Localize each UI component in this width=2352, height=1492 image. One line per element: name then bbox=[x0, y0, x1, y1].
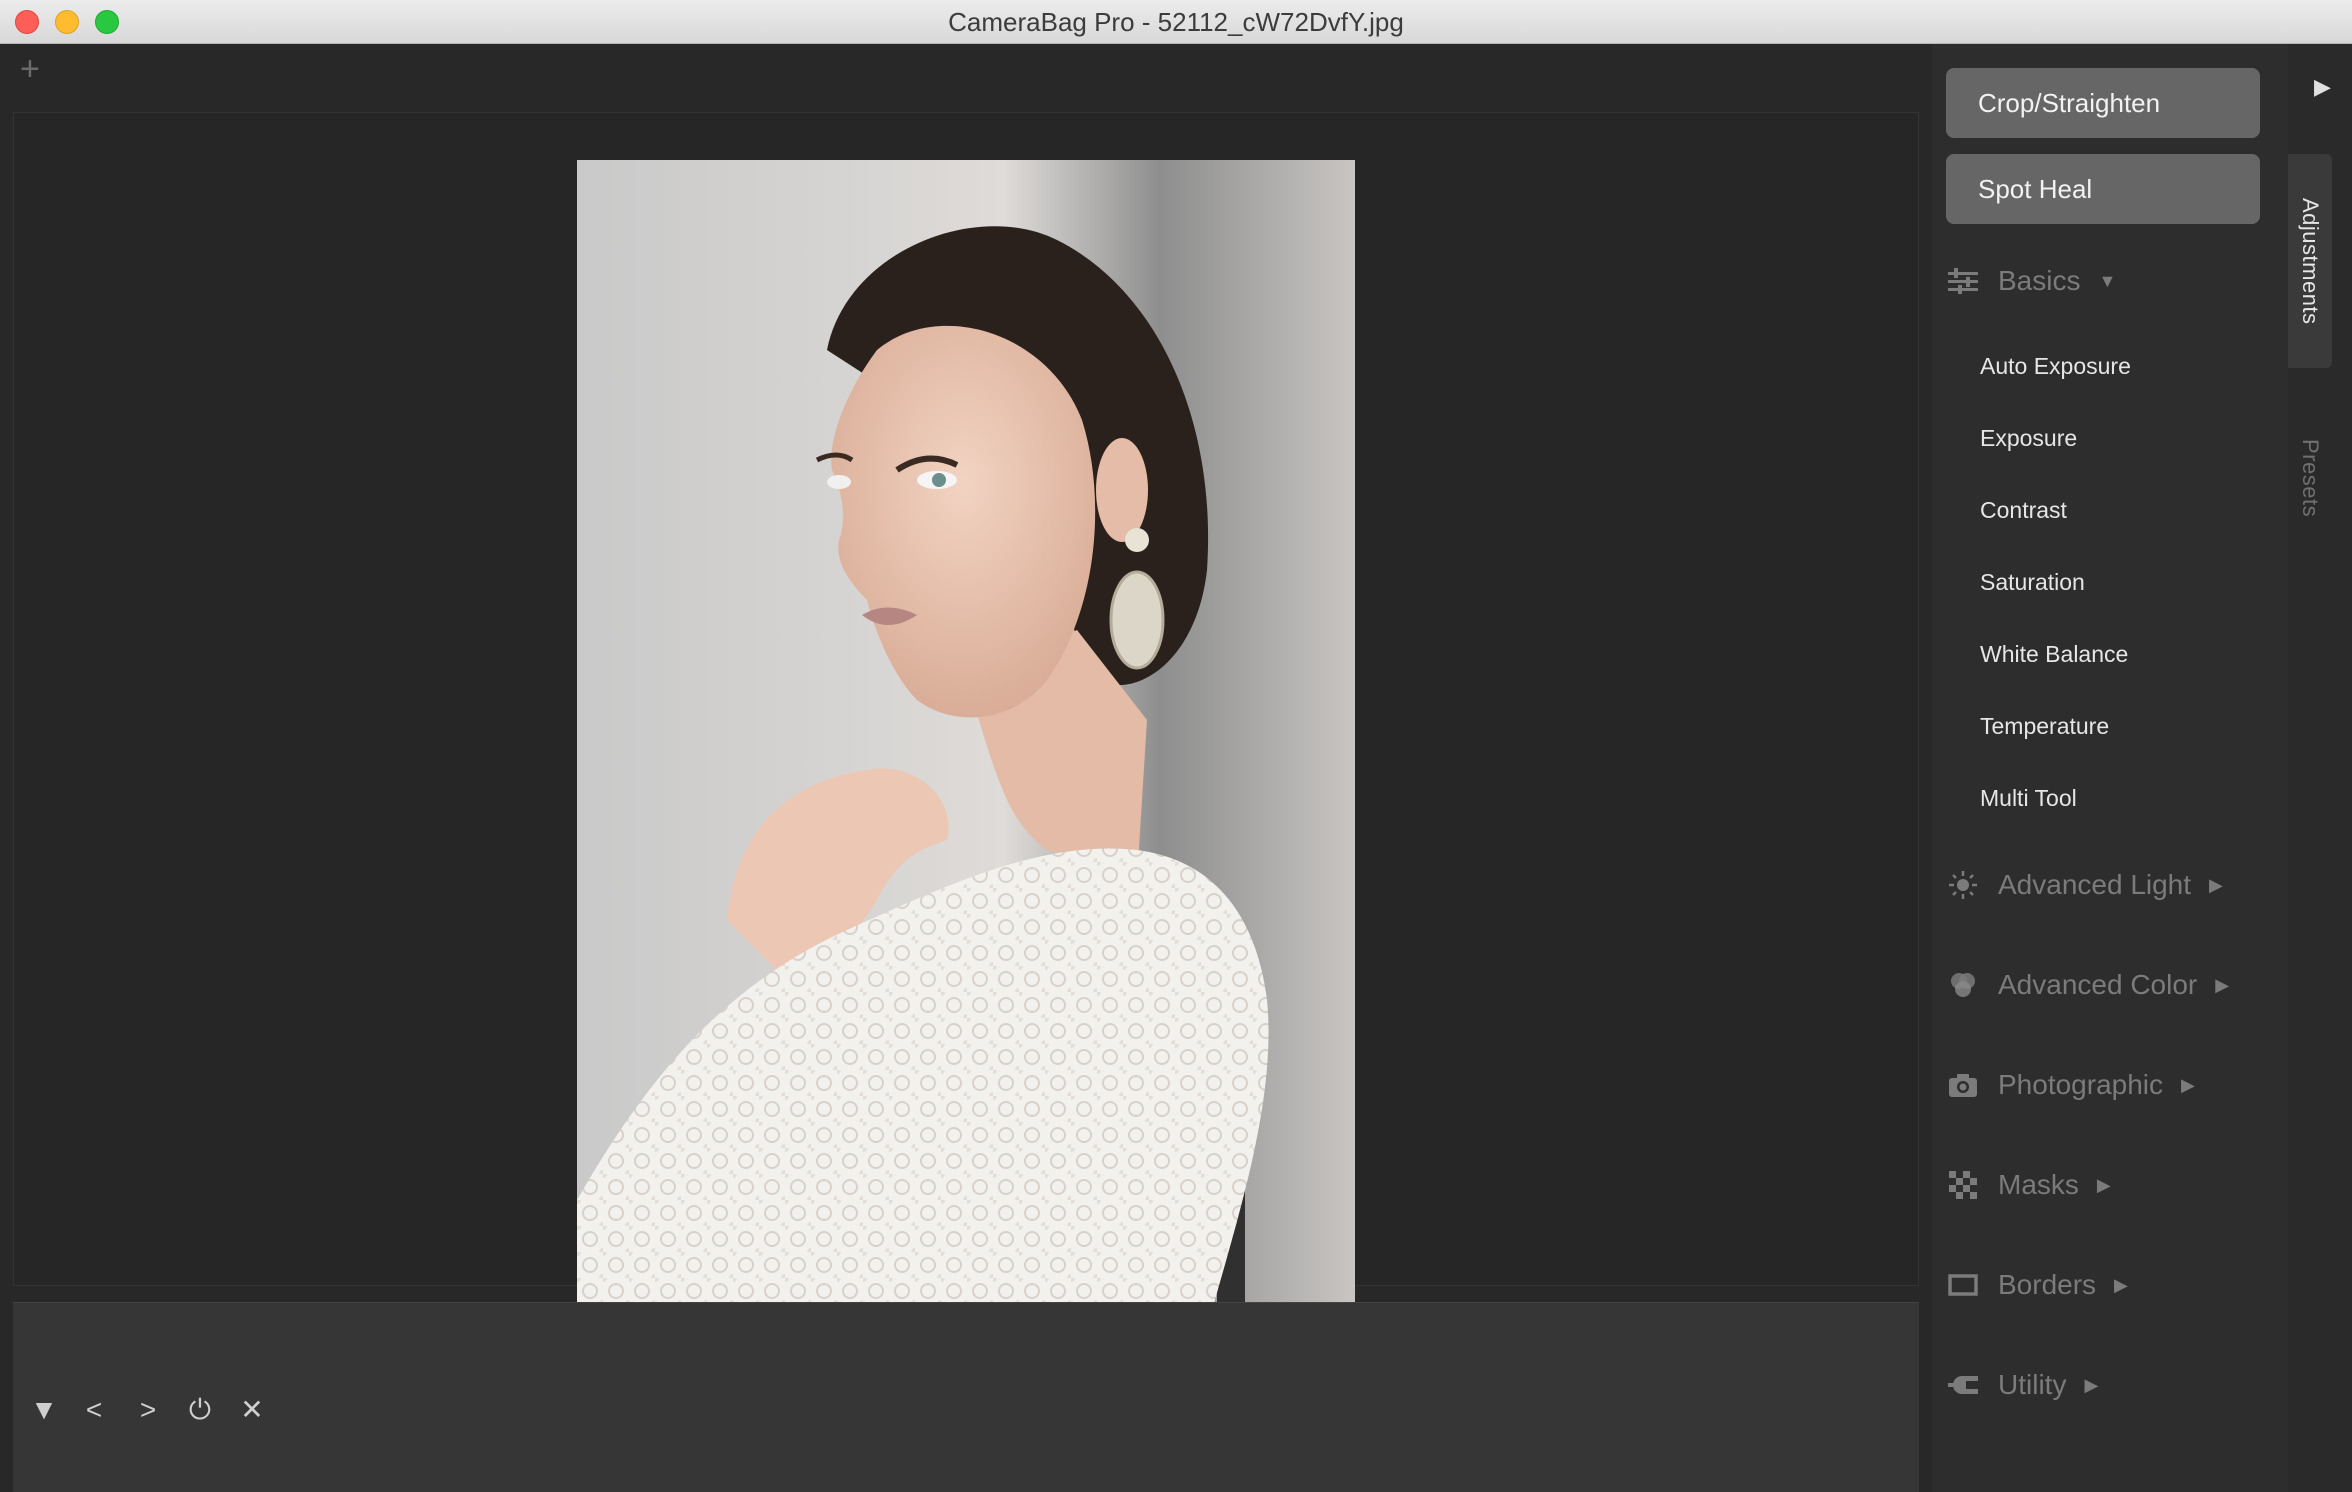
basics-item-multi-tool[interactable]: Multi Tool bbox=[1980, 778, 2077, 818]
section-photographic[interactable]: Photographic ▶ bbox=[1946, 1060, 2195, 1110]
chevron-right-icon: ▶ bbox=[2084, 1374, 2099, 1395]
sun-icon bbox=[1946, 868, 1980, 902]
play-icon[interactable]: ▶ bbox=[2314, 74, 2331, 100]
basics-item-white-balance[interactable]: White Balance bbox=[1980, 634, 2128, 674]
section-utility[interactable]: Utility ▶ bbox=[1946, 1360, 2098, 1410]
adjustments-panel: Crop/Straighten Spot Heal Basics ▼ Auto … bbox=[1932, 44, 2288, 1492]
camera-icon bbox=[1946, 1068, 1980, 1102]
next-icon[interactable]: > bbox=[128, 1390, 168, 1430]
section-borders[interactable]: Borders ▶ bbox=[1946, 1260, 2128, 1310]
basics-item-temperature[interactable]: Temperature bbox=[1980, 706, 2109, 746]
section-advanced-light-label: Advanced Light bbox=[1998, 869, 2192, 900]
add-tab-button[interactable]: + bbox=[20, 52, 40, 86]
title-bar: CameraBag Pro - 52112_cW72DvfY.jpg bbox=[0, 0, 2352, 44]
filmstrip-tray bbox=[13, 1302, 1919, 1492]
chevron-right-icon: ▶ bbox=[2209, 874, 2223, 895]
crop-straighten-button[interactable]: Crop/Straighten bbox=[1946, 68, 2260, 138]
chevron-right-icon: ▶ bbox=[2215, 974, 2230, 995]
close-icon[interactable]: ✕ bbox=[232, 1390, 272, 1430]
section-advanced-color-label: Advanced Color bbox=[1998, 969, 2198, 1000]
color-circles-icon bbox=[1946, 968, 1980, 1002]
chevron-right-icon: ▶ bbox=[2096, 1174, 2111, 1195]
window-title: CameraBag Pro - 52112_cW72DvfY.jpg bbox=[948, 7, 1404, 37]
collapse-icon[interactable]: ▼ bbox=[24, 1390, 64, 1430]
photo-preview[interactable] bbox=[577, 160, 1355, 1328]
basics-item-auto-exposure[interactable]: Auto Exposure bbox=[1980, 346, 2131, 386]
tab-presets-label: Presets bbox=[2298, 438, 2323, 518]
basics-item-saturation[interactable]: Saturation bbox=[1980, 562, 2085, 602]
plug-icon bbox=[1946, 1368, 1980, 1402]
chevron-right-icon: ▶ bbox=[2181, 1074, 2195, 1095]
tab-adjustments-label: Adjustments bbox=[2298, 197, 2323, 325]
border-icon bbox=[1946, 1268, 1980, 1302]
image-canvas[interactable] bbox=[13, 112, 1919, 1328]
section-advanced-color[interactable]: Advanced Color ▶ bbox=[1946, 960, 2229, 1010]
chevron-down-icon: ▼ bbox=[2098, 270, 2117, 291]
tab-presets[interactable]: Presets bbox=[2288, 388, 2332, 568]
chevron-right-icon: ▶ bbox=[2114, 1274, 2128, 1295]
checker-icon bbox=[1946, 1168, 1980, 1202]
panel-tab-rail: ▶ Adjustments Presets bbox=[2288, 44, 2352, 1492]
power-icon[interactable]: ⏻ bbox=[180, 1390, 220, 1430]
section-borders-label: Borders bbox=[1998, 1269, 2097, 1300]
basics-item-contrast[interactable]: Contrast bbox=[1980, 490, 2067, 530]
portrait-image bbox=[577, 160, 1355, 1328]
section-masks[interactable]: Masks ▶ bbox=[1946, 1160, 2111, 1210]
section-photographic-label: Photographic bbox=[1998, 1069, 2164, 1100]
section-basics[interactable]: Basics ▼ bbox=[1946, 256, 2116, 306]
section-masks-label: Masks bbox=[1998, 1169, 2079, 1200]
spot-heal-button[interactable]: Spot Heal bbox=[1946, 154, 2260, 224]
section-basics-label: Basics bbox=[1998, 265, 2081, 296]
tab-adjustments[interactable]: Adjustments bbox=[2288, 154, 2332, 368]
main-area: + bbox=[0, 44, 1932, 1492]
basics-item-exposure[interactable]: Exposure bbox=[1980, 418, 2077, 458]
section-utility-label: Utility bbox=[1998, 1369, 2067, 1400]
sliders-icon bbox=[1946, 264, 1980, 298]
section-advanced-light[interactable]: Advanced Light ▶ bbox=[1946, 860, 2223, 910]
previous-icon[interactable]: < bbox=[74, 1390, 114, 1430]
